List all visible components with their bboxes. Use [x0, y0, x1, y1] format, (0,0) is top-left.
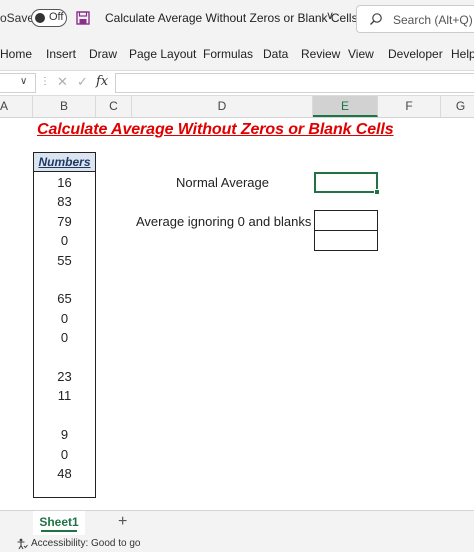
- add-sheet-button[interactable]: +: [118, 513, 127, 531]
- insert-function-icon[interactable]: fx: [96, 74, 108, 89]
- enter-icon[interactable]: ✓: [77, 74, 88, 90]
- number-cell[interactable]: [34, 348, 95, 367]
- normal-average-cell[interactable]: [314, 172, 380, 195]
- tab-developer[interactable]: Developer: [388, 47, 443, 61]
- sheet-tab-sheet1[interactable]: Sheet1: [33, 511, 85, 535]
- tab-insert[interactable]: Insert: [46, 47, 76, 61]
- search-placeholder: Search (Alt+Q): [393, 13, 473, 27]
- tab-view[interactable]: View: [348, 47, 374, 61]
- search-icon: [369, 12, 383, 31]
- number-cell[interactable]: 79: [34, 212, 95, 231]
- column-headers: A B C D E F G: [0, 96, 474, 118]
- number-cell[interactable]: 0: [34, 231, 95, 250]
- chevron-down-icon[interactable]: ∨: [20, 76, 27, 87]
- column-header-e[interactable]: E: [313, 96, 378, 117]
- number-cell[interactable]: 9: [34, 425, 95, 444]
- tab-help[interactable]: Help: [451, 47, 474, 61]
- numbers-header-cell[interactable]: Numbers: [34, 153, 95, 172]
- number-cell[interactable]: 48: [34, 464, 95, 483]
- file-name[interactable]: Calculate Average Without Zeros or Blank…: [105, 11, 382, 25]
- worksheet-grid[interactable]: Calculate Average Without Zeros or Blank…: [0, 118, 474, 510]
- normal-average-label[interactable]: Normal Average: [176, 175, 269, 190]
- name-box[interactable]: ∨: [0, 73, 36, 93]
- number-cell[interactable]: 23: [34, 367, 95, 386]
- more-options-icon[interactable]: ⋮: [40, 76, 50, 87]
- average-ignoring-label[interactable]: Average ignoring 0 and blanks: [136, 214, 311, 229]
- number-cell[interactable]: 0: [34, 309, 95, 328]
- number-cell[interactable]: 0: [34, 445, 95, 464]
- average-ignoring-cell[interactable]: [314, 210, 378, 231]
- tab-review[interactable]: Review: [301, 47, 340, 61]
- number-cell[interactable]: [34, 270, 95, 289]
- tab-data[interactable]: Data: [263, 47, 288, 61]
- search-input[interactable]: Search (Alt+Q): [356, 5, 474, 33]
- numbers-table: Numbers 16 83 79 0 55 65 0 0 23 11 9 0 48: [33, 152, 96, 498]
- number-cell[interactable]: 83: [34, 192, 95, 211]
- column-header-a[interactable]: A: [0, 96, 33, 117]
- number-cell[interactable]: 11: [34, 386, 95, 405]
- column-header-g[interactable]: G: [441, 96, 474, 117]
- formula-bar: ∨ ⋮ ✕ ✓ fx: [0, 70, 474, 96]
- chevron-down-icon[interactable]: ∨: [326, 9, 334, 22]
- sheet-title[interactable]: Calculate Average Without Zeros or Blank…: [37, 121, 394, 139]
- title-bar: oSave Off Calculate Average Without Zero…: [0, 0, 474, 38]
- save-icon[interactable]: [76, 11, 90, 25]
- toggle-state-label: Off: [49, 11, 64, 23]
- number-cell[interactable]: 65: [34, 289, 95, 308]
- ribbon-tabs: Home Insert Draw Page Layout Formulas Da…: [0, 38, 474, 70]
- number-cell[interactable]: 55: [34, 251, 95, 270]
- tab-formulas[interactable]: Formulas: [203, 47, 253, 61]
- autosave-toggle[interactable]: Off: [31, 9, 67, 27]
- tab-draw[interactable]: Draw: [89, 47, 117, 61]
- column-header-d[interactable]: D: [132, 96, 313, 117]
- autosave-label: oSave: [0, 11, 35, 25]
- accessibility-icon[interactable]: [16, 537, 28, 555]
- cancel-icon[interactable]: ✕: [57, 74, 68, 90]
- number-cell[interactable]: [34, 406, 95, 425]
- column-header-b[interactable]: B: [33, 96, 96, 117]
- sheet-tab-bar: Sheet1 +: [0, 510, 474, 536]
- column-header-f[interactable]: F: [378, 96, 441, 117]
- accessibility-status[interactable]: Accessibility: Good to go: [31, 538, 141, 549]
- fill-handle[interactable]: [374, 189, 380, 195]
- status-bar: Accessibility: Good to go: [0, 536, 474, 552]
- average-ignoring-cell-2[interactable]: [314, 230, 378, 251]
- sheet-tab-label: Sheet1: [39, 515, 79, 529]
- column-header-c[interactable]: C: [96, 96, 132, 117]
- tab-home[interactable]: Home: [0, 47, 32, 61]
- tab-page-layout[interactable]: Page Layout: [129, 47, 196, 61]
- toggle-knob: [35, 13, 45, 23]
- number-cell[interactable]: 0: [34, 328, 95, 347]
- formula-input[interactable]: [115, 73, 474, 93]
- number-cell[interactable]: 16: [34, 173, 95, 192]
- active-tab-underline: [41, 530, 77, 532]
